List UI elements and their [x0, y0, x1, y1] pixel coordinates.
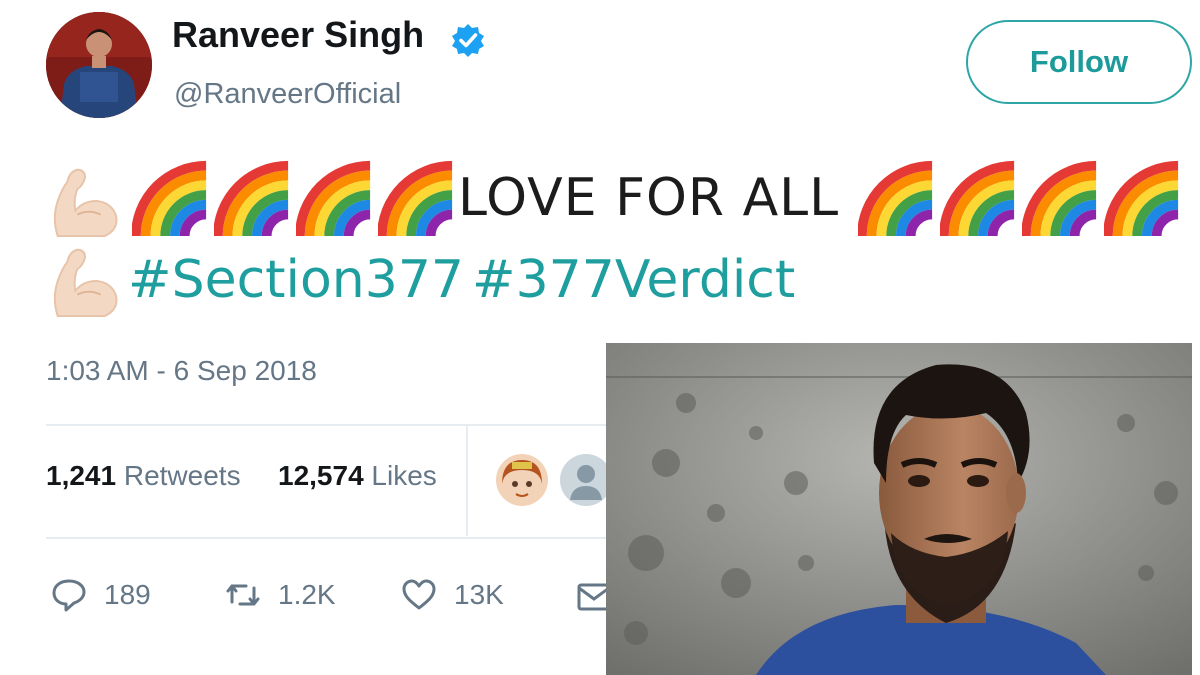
like-count: 13K	[454, 579, 504, 610]
reply-button[interactable]: 189	[50, 576, 151, 614]
verified-badge-icon	[450, 22, 486, 58]
divider	[46, 424, 606, 426]
liker-avatar[interactable]	[560, 454, 612, 506]
likes-label: Likes	[371, 460, 437, 491]
hashtag-link[interactable]: #377Verdict	[472, 250, 795, 310]
rainbow-icon	[378, 156, 456, 238]
flexed-biceps-icon	[48, 238, 126, 320]
rainbow-icon	[1022, 156, 1100, 238]
rainbow-icon	[132, 156, 210, 238]
retweets-stat[interactable]: 1,241 Retweets	[46, 460, 241, 492]
heart-icon	[402, 579, 436, 610]
likes-count: 12,574	[278, 460, 364, 491]
divider	[46, 537, 606, 539]
liker-avatar[interactable]	[496, 454, 548, 506]
direct-message-button[interactable]	[576, 580, 606, 614]
rainbow-icon	[858, 156, 936, 238]
rainbow-icon	[1104, 156, 1182, 238]
reply-icon	[52, 579, 86, 612]
rainbow-icon	[940, 156, 1018, 238]
user-handle[interactable]: @RanveerOfficial	[174, 78, 401, 111]
avatar[interactable]	[46, 12, 152, 118]
follow-button[interactable]: Follow	[966, 20, 1192, 104]
rainbow-icon	[296, 156, 374, 238]
like-button[interactable]: 13K	[400, 576, 504, 614]
reply-count: 189	[104, 579, 151, 610]
retweet-button[interactable]: 1.2K	[224, 576, 336, 614]
divider	[466, 426, 468, 536]
profile-photo	[606, 343, 1192, 675]
tweet-text: LOVE FOR ALL	[458, 168, 840, 228]
envelope-icon	[577, 583, 606, 611]
flexed-biceps-icon	[48, 158, 126, 240]
retweet-count: 1.2K	[278, 579, 336, 610]
retweets-count: 1,241	[46, 460, 117, 491]
hashtag-link[interactable]: #Section377	[128, 250, 464, 310]
tweet-timestamp[interactable]: 1:03 AM - 6 Sep 2018	[46, 355, 317, 387]
display-name[interactable]: Ranveer Singh	[172, 14, 424, 56]
likes-stat[interactable]: 12,574 Likes	[278, 460, 437, 492]
retweet-icon	[226, 584, 260, 606]
retweets-label: Retweets	[123, 460, 241, 491]
rainbow-icon	[214, 156, 292, 238]
